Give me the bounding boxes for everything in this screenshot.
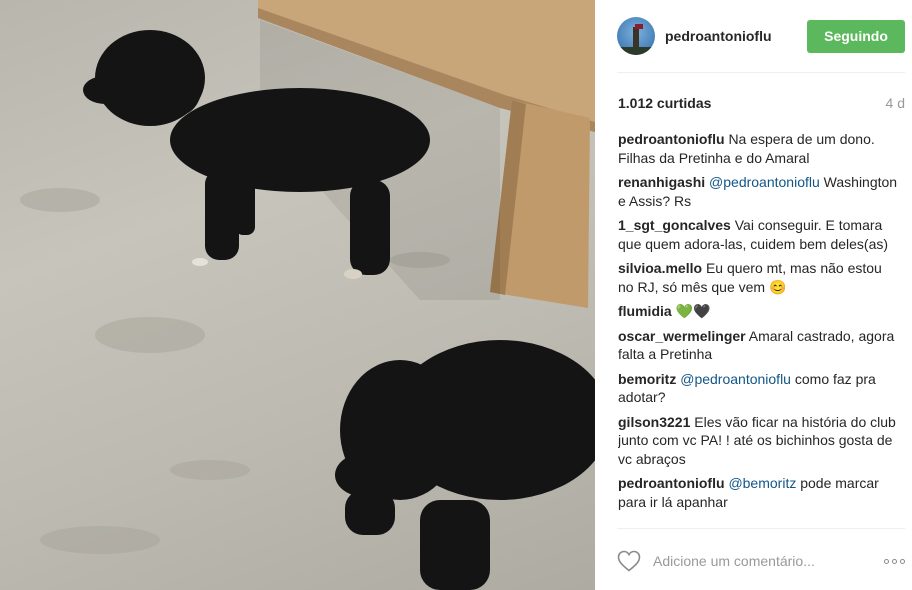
likes-row: 1.012 curtidas 4 d (618, 93, 905, 113)
comment-author[interactable]: pedroantonioflu (618, 475, 725, 491)
comment-item: pedroantonioflu Na espera de um dono. Fi… (618, 130, 898, 167)
comment-item: bemoritz @pedroantonioflu como faz pra a… (618, 370, 898, 407)
comment-item: renanhigashi @pedroantonioflu Washington… (618, 173, 898, 210)
comment-item: gilson3221 Eles vão ficar na história do… (618, 413, 898, 469)
comment-item: 1_sgt_goncalves Vai conseguir. E tomara … (618, 216, 898, 253)
comment-footer (617, 545, 907, 577)
comment-author[interactable]: silvioa.mello (618, 260, 702, 276)
heart-icon[interactable] (617, 550, 641, 572)
comment-author[interactable]: flumidia (618, 303, 672, 319)
comment-item: silvioa.mello Eu quero mt, mas não estou… (618, 259, 898, 296)
puppies-photo-graphic (20, 0, 595, 590)
post-photo[interactable] (0, 0, 595, 590)
comment-author[interactable]: 1_sgt_goncalves (618, 217, 731, 233)
comment-author[interactable]: oscar_wermelinger (618, 328, 746, 344)
more-options-icon[interactable] (884, 558, 907, 564)
comment-mention[interactable]: @pedroantonioflu (680, 371, 791, 387)
avatar-flag-icon (635, 24, 643, 29)
comment-mention[interactable]: @bemoritz (728, 475, 796, 491)
avatar-tower-icon (633, 27, 639, 49)
comment-author[interactable]: pedroantonioflu (618, 131, 725, 147)
comment-author[interactable]: gilson3221 (618, 414, 690, 430)
comment-text: 💚🖤 (675, 303, 711, 319)
footer-divider (617, 528, 905, 529)
post-detail-panel: pedroantonioflu Seguindo 1.012 curtidas … (595, 0, 912, 590)
comment-item: oscar_wermelinger Amaral castrado, agora… (618, 327, 898, 364)
following-button[interactable]: Seguindo (807, 19, 905, 53)
avatar[interactable] (617, 17, 655, 55)
comment-item: flumidia 💚🖤 (618, 302, 898, 321)
comment-item: pedroantonioflu @bemoritz pode marcar pa… (618, 474, 898, 511)
comment-mention[interactable]: @pedroantonioflu (709, 174, 820, 190)
post-time[interactable]: 4 d (886, 95, 905, 111)
post-header: pedroantonioflu Seguindo (595, 0, 912, 72)
comments-list[interactable]: pedroantonioflu Na espera de um dono. Fi… (618, 130, 898, 527)
comment-author[interactable]: bemoritz (618, 371, 676, 387)
comment-author[interactable]: renanhigashi (618, 174, 705, 190)
username-link[interactable]: pedroantonioflu (665, 28, 807, 44)
likes-count[interactable]: 1.012 curtidas (618, 95, 711, 111)
header-divider (617, 72, 905, 73)
add-comment-input[interactable] (653, 553, 863, 569)
